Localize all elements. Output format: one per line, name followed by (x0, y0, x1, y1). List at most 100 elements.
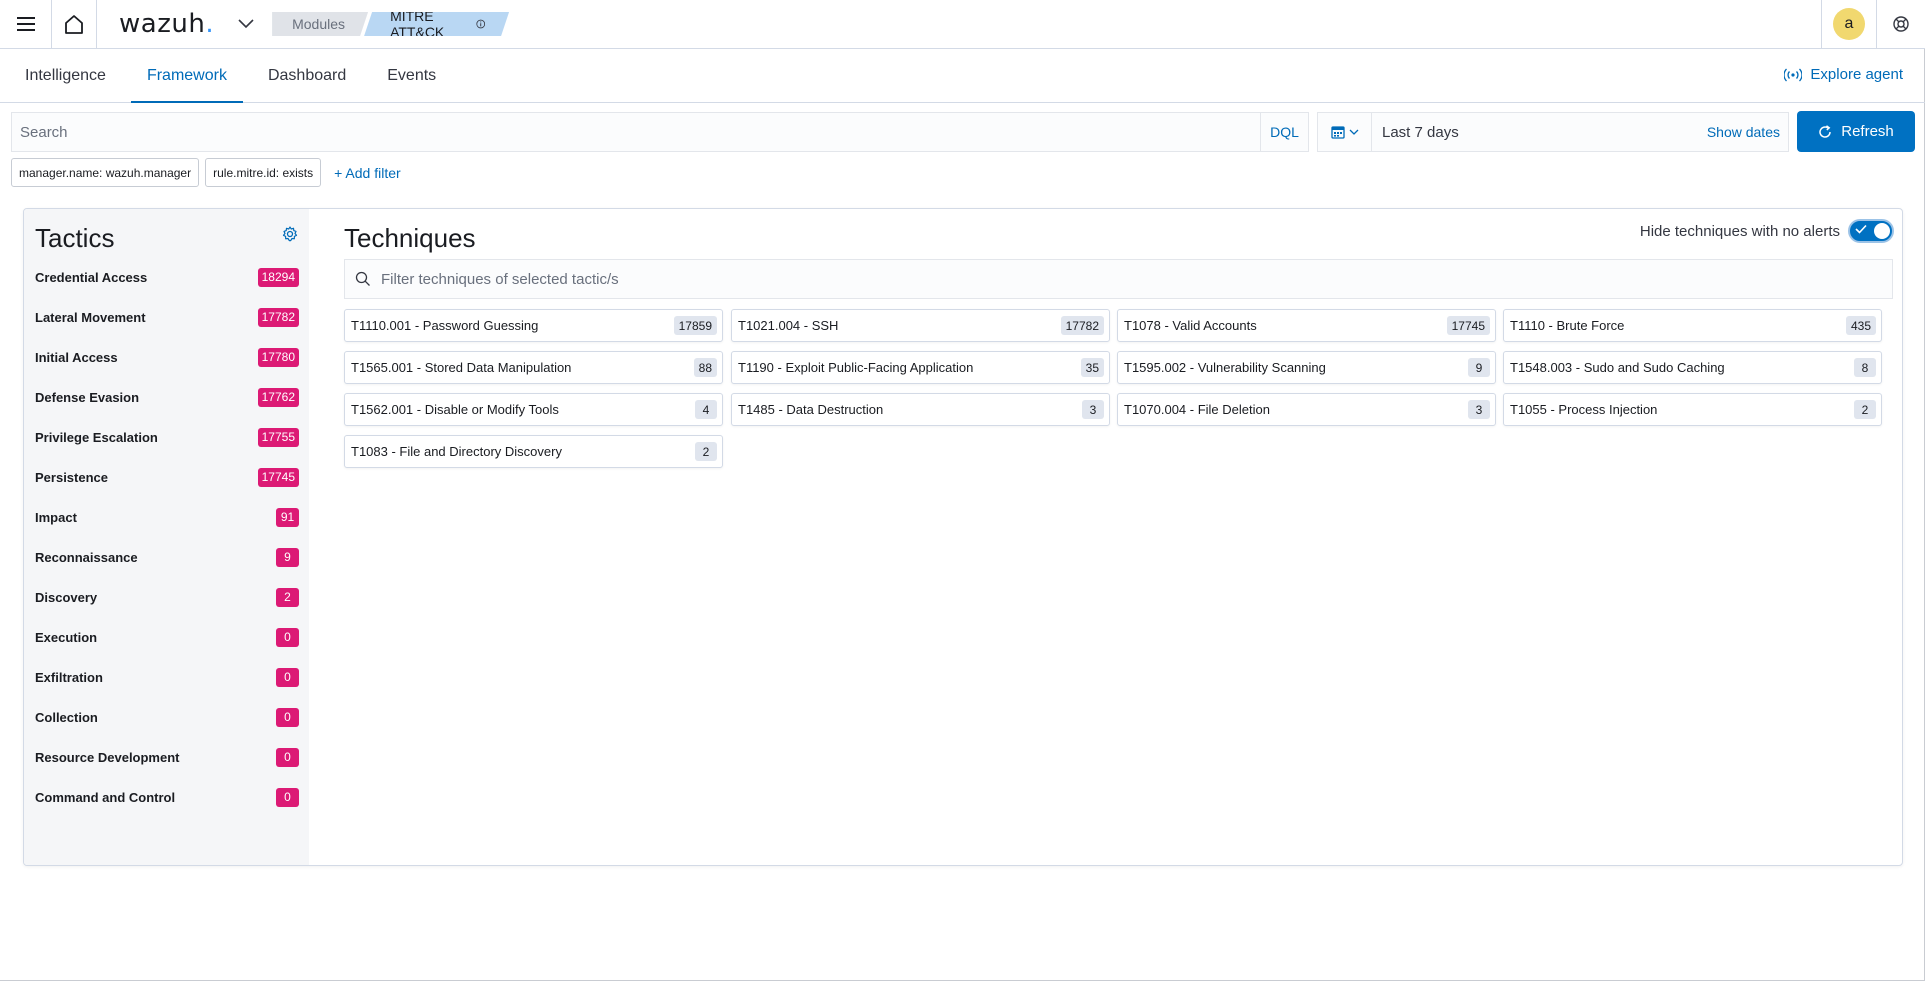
technique-filter-field[interactable]: Filter techniques of selected tactic/s (344, 259, 1893, 299)
module-tabs: Intelligence Framework Dashboard Events … (0, 50, 1925, 103)
hide-no-alerts-toggle: Hide techniques with no alerts (1640, 219, 1894, 243)
tactic-count-badge: 0 (276, 667, 299, 687)
app-frame: wazuh. Modules MITRE ATT&CK a Intelligen… (0, 0, 1925, 981)
date-range-label[interactable]: Last 7 days (1372, 124, 1707, 141)
tactic-name: Discovery (35, 589, 98, 605)
technique-name: T1190 - Exploit Public-Facing Applicatio… (738, 360, 974, 375)
filter-pill-mitre-id[interactable]: rule.mitre.id: exists (205, 158, 322, 187)
technique-count: 3 (1468, 400, 1490, 419)
technique-name: T1562.001 - Disable or Modify Tools (351, 402, 559, 417)
filter-pill-manager[interactable]: manager.name: wazuh.manager (11, 158, 200, 187)
tactic-name: Collection (35, 709, 98, 725)
technique-card[interactable]: T1548.003 - Sudo and Sudo Caching 8 (1503, 351, 1882, 384)
technique-card[interactable]: T1565.001 - Stored Data Manipulation 88 (344, 351, 723, 384)
tab-events[interactable]: Events (371, 50, 452, 102)
explore-agent-button[interactable]: Explore agent (1784, 66, 1903, 83)
tactic-name: Credential Access (35, 269, 148, 285)
technique-name: T1485 - Data Destruction (738, 402, 884, 417)
info-icon[interactable] (476, 18, 485, 30)
show-dates-button[interactable]: Show dates (1707, 124, 1788, 140)
tactic-item[interactable]: Credential Access 18294 (35, 267, 299, 287)
technique-name: T1021.004 - SSH (738, 318, 839, 333)
technique-count: 17859 (673, 316, 717, 335)
search-input[interactable]: Search (12, 124, 1260, 141)
tactics-sidebar: Tactics Credential Access 18294 Lateral M… (24, 209, 309, 865)
tactic-count-badge: 0 (276, 747, 299, 767)
tactic-count-badge: 17762 (257, 387, 299, 407)
toggle-switch[interactable] (1848, 219, 1894, 243)
menu-button[interactable] (0, 0, 52, 49)
tactic-count-badge: 17782 (257, 307, 299, 327)
user-menu-button[interactable]: a (1821, 0, 1876, 49)
breadcrumb: Modules MITRE ATT&CK (272, 12, 509, 36)
tactic-count-badge: 91 (276, 507, 299, 527)
technique-card[interactable]: T1078 - Valid Accounts 17745 (1117, 309, 1496, 342)
technique-name: T1565.001 - Stored Data Manipulation (351, 360, 572, 375)
header-right: a (1821, 0, 1925, 49)
technique-card[interactable]: T1055 - Process Injection 2 (1503, 393, 1882, 426)
technique-count: 2 (1854, 400, 1876, 419)
tactic-item[interactable]: Persistence 17745 (35, 467, 299, 487)
date-picker: Last 7 days Show dates (1317, 112, 1789, 152)
tactic-item[interactable]: Execution 0 (35, 627, 299, 647)
logo-dot: . (205, 9, 215, 39)
tactic-item[interactable]: Collection 0 (35, 707, 299, 727)
technique-card[interactable]: T1190 - Exploit Public-Facing Applicatio… (731, 351, 1110, 384)
tactic-item[interactable]: Resource Development 0 (35, 747, 299, 767)
tactic-count-badge: 2 (276, 587, 299, 607)
technique-count: 9 (1468, 358, 1490, 377)
toggle-label: Hide techniques with no alerts (1639, 222, 1840, 240)
gear-icon[interactable] (282, 226, 298, 242)
technique-card[interactable]: T1110.001 - Password Guessing 17859 (344, 309, 723, 342)
tactic-item[interactable]: Defense Evasion 17762 (35, 387, 299, 407)
home-button[interactable] (52, 0, 97, 49)
tactic-item[interactable]: Command and Control 0 (35, 787, 299, 807)
technique-card[interactable]: T1110 - Brute Force 435 (1503, 309, 1882, 342)
tactic-name: Initial Access (35, 349, 118, 365)
technique-card[interactable]: T1070.004 - File Deletion 3 (1117, 393, 1496, 426)
tactic-item[interactable]: Privilege Escalation 17755 (35, 427, 299, 447)
breadcrumb-mitre: MITRE ATT&CK (364, 12, 509, 36)
technique-card[interactable]: T1083 - File and Directory Discovery 2 (344, 435, 723, 468)
technique-count: 2 (695, 442, 717, 461)
hamburger-icon (16, 17, 35, 31)
technique-filter-input[interactable]: Filter techniques of selected tactic/s (381, 271, 619, 288)
refresh-icon (1819, 124, 1831, 138)
technique-count: 8 (1854, 358, 1876, 377)
technique-count: 88 (693, 358, 717, 377)
quick-select-button[interactable] (1318, 113, 1372, 151)
tab-dashboard[interactable]: Dashboard (252, 50, 362, 102)
search-icon (355, 271, 370, 286)
query-language-button[interactable]: DQL (1260, 113, 1308, 151)
tactic-count-badge: 0 (276, 707, 299, 727)
technique-count: 17745 (1446, 316, 1490, 335)
technique-card[interactable]: T1485 - Data Destruction 3 (731, 393, 1110, 426)
tactic-item[interactable]: Initial Access 17780 (35, 347, 299, 367)
technique-name: T1055 - Process Injection (1510, 402, 1658, 417)
tactic-name: Impact (35, 509, 77, 525)
breadcrumb-label: MITRE ATT&CK (390, 8, 445, 40)
search-bar: Search DQL (11, 112, 1309, 152)
wazuh-logo[interactable]: wazuh. (119, 9, 214, 39)
tactic-item[interactable]: Impact 91 (35, 507, 299, 527)
add-filter-button[interactable]: + Add filter (334, 165, 401, 181)
tab-intelligence[interactable]: Intelligence (9, 50, 122, 102)
tactic-item[interactable]: Exfiltration 0 (35, 667, 299, 687)
calendar-icon (1330, 126, 1345, 139)
avatar: a (1833, 8, 1865, 40)
app-switcher-button[interactable] (234, 12, 258, 36)
tactic-item[interactable]: Reconnaissance 9 (35, 547, 299, 567)
technique-card[interactable]: T1562.001 - Disable or Modify Tools 4 (344, 393, 723, 426)
technique-name: T1595.002 - Vulnerability Scanning (1124, 360, 1326, 375)
breadcrumb-modules[interactable]: Modules (272, 12, 368, 36)
refresh-button[interactable]: Refresh (1797, 111, 1915, 152)
mitre-framework-panel: Tactics Credential Access 18294 Lateral M… (23, 208, 1903, 866)
tactic-item[interactable]: Discovery 2 (35, 587, 299, 607)
technique-card[interactable]: T1021.004 - SSH 17782 (731, 309, 1110, 342)
help-button[interactable] (1876, 0, 1925, 49)
tactic-count-badge: 17755 (257, 427, 299, 447)
tactic-name: Privilege Escalation (35, 429, 158, 445)
tab-framework[interactable]: Framework (130, 50, 243, 103)
technique-card[interactable]: T1595.002 - Vulnerability Scanning 9 (1117, 351, 1496, 384)
tactic-item[interactable]: Lateral Movement 17782 (35, 307, 299, 327)
